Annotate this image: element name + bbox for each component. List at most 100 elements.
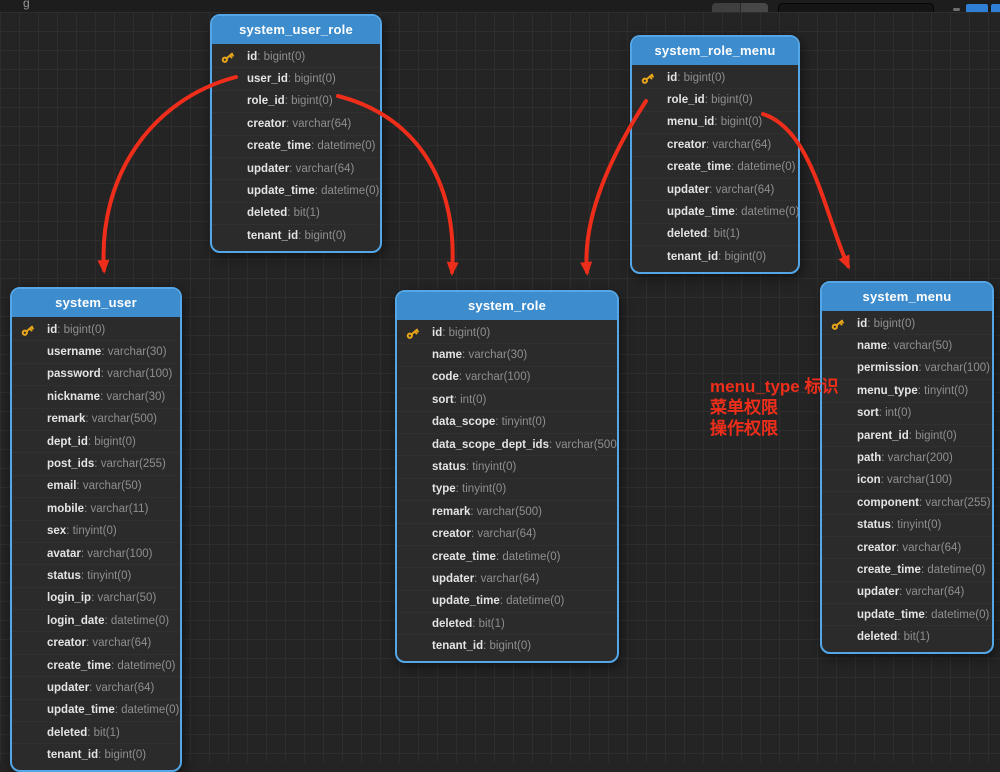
field-row-system_menu-create_time[interactable]: create_timedatetime(0) bbox=[822, 559, 992, 581]
field-row-system_user-login_date[interactable]: login_datedatetime(0) bbox=[12, 610, 180, 632]
field-type: varchar(50) bbox=[887, 340, 952, 352]
field-row-system_role_menu-role_id[interactable]: role_idbigint(0) bbox=[632, 89, 798, 111]
topbar-blue-button-2[interactable] bbox=[991, 4, 1000, 12]
field-row-system_menu-creator[interactable]: creatorvarchar(64) bbox=[822, 537, 992, 559]
topbar-segment-right[interactable] bbox=[740, 3, 769, 12]
field-name: dept_id bbox=[47, 436, 88, 448]
field-name: updater bbox=[247, 163, 289, 175]
primary-key-icon bbox=[20, 323, 35, 338]
field-row-system_user-status[interactable]: statustinyint(0) bbox=[12, 565, 180, 587]
field-type: bit(1) bbox=[87, 727, 120, 739]
topbar-segment-control[interactable] bbox=[712, 3, 768, 12]
field-row-system_role-status[interactable]: statustinyint(0) bbox=[397, 456, 617, 478]
field-row-system_role_menu-creator[interactable]: creatorvarchar(64) bbox=[632, 134, 798, 156]
field-row-system_role_menu-menu_id[interactable]: menu_idbigint(0) bbox=[632, 112, 798, 134]
field-row-system_user_role-deleted[interactable]: deletedbit(1) bbox=[212, 203, 380, 225]
field-row-system_user-tenant_id[interactable]: tenant_idbigint(0) bbox=[12, 744, 180, 765]
table-system_role[interactable]: system_roleidbigint(0)namevarchar(30)cod… bbox=[395, 290, 619, 663]
table-title-system_user_role[interactable]: system_user_role bbox=[212, 16, 380, 44]
field-row-system_user_role-user_id[interactable]: user_idbigint(0) bbox=[212, 68, 380, 90]
field-row-system_menu-permission[interactable]: permissionvarchar(100) bbox=[822, 358, 992, 380]
topbar-segment-left[interactable] bbox=[712, 3, 740, 12]
field-row-system_user-create_time[interactable]: create_timedatetime(0) bbox=[12, 655, 180, 677]
field-row-system_menu-sort[interactable]: sortint(0) bbox=[822, 403, 992, 425]
field-row-system_user-login_ip[interactable]: login_ipvarchar(50) bbox=[12, 588, 180, 610]
field-name: path bbox=[857, 452, 881, 464]
field-row-system_menu-path[interactable]: pathvarchar(200) bbox=[822, 447, 992, 469]
field-row-system_menu-parent_id[interactable]: parent_idbigint(0) bbox=[822, 425, 992, 447]
field-name: data_scope bbox=[432, 416, 495, 428]
field-row-system_menu-icon[interactable]: iconvarchar(100) bbox=[822, 470, 992, 492]
field-row-system_role_menu-updater[interactable]: updatervarchar(64) bbox=[632, 179, 798, 201]
field-row-system_role_menu-deleted[interactable]: deletedbit(1) bbox=[632, 224, 798, 246]
field-row-system_menu-update_time[interactable]: update_timedatetime(0) bbox=[822, 604, 992, 626]
field-row-system_user-nickname[interactable]: nicknamevarchar(30) bbox=[12, 386, 180, 408]
field-name: code bbox=[432, 371, 459, 383]
table-system_user_role[interactable]: system_user_roleidbigint(0)user_idbigint… bbox=[210, 14, 382, 253]
topbar-search-field[interactable] bbox=[778, 3, 934, 12]
field-row-system_user-remark[interactable]: remarkvarchar(500) bbox=[12, 409, 180, 431]
field-row-system_menu-updater[interactable]: updatervarchar(64) bbox=[822, 582, 992, 604]
field-row-system_menu-name[interactable]: namevarchar(50) bbox=[822, 335, 992, 357]
field-type: bigint(0) bbox=[288, 73, 336, 85]
field-row-system_role-creator[interactable]: creatorvarchar(64) bbox=[397, 524, 617, 546]
field-row-system_role-code[interactable]: codevarchar(100) bbox=[397, 367, 617, 389]
field-row-system_user_role-updater[interactable]: updatervarchar(64) bbox=[212, 158, 380, 180]
field-row-system_role-data_scope[interactable]: data_scopetinyint(0) bbox=[397, 412, 617, 434]
field-row-system_role-remark[interactable]: remarkvarchar(500) bbox=[397, 501, 617, 523]
field-row-system_user-email[interactable]: emailvarchar(50) bbox=[12, 476, 180, 498]
field-row-system_user_role-tenant_id[interactable]: tenant_idbigint(0) bbox=[212, 225, 380, 246]
field-row-system_role-updater[interactable]: updatervarchar(64) bbox=[397, 568, 617, 590]
field-row-system_user-deleted[interactable]: deletedbit(1) bbox=[12, 722, 180, 744]
field-row-system_role-deleted[interactable]: deletedbit(1) bbox=[397, 613, 617, 635]
field-row-system_menu-menu_type[interactable]: menu_typetinyint(0) bbox=[822, 380, 992, 402]
field-type: varchar(64) bbox=[896, 542, 961, 554]
field-row-system_menu-component[interactable]: componentvarchar(255) bbox=[822, 492, 992, 514]
field-row-system_role-id[interactable]: idbigint(0) bbox=[397, 322, 617, 344]
field-row-system_user-update_time[interactable]: update_timedatetime(0) bbox=[12, 700, 180, 722]
field-row-system_user_role-update_time[interactable]: update_timedatetime(0) bbox=[212, 180, 380, 202]
field-row-system_role-tenant_id[interactable]: tenant_idbigint(0) bbox=[397, 635, 617, 656]
table-system_user[interactable]: system_useridbigint(0)usernamevarchar(30… bbox=[10, 287, 182, 772]
field-row-system_role-type[interactable]: typetinyint(0) bbox=[397, 479, 617, 501]
field-row-system_user-creator[interactable]: creatorvarchar(64) bbox=[12, 632, 180, 654]
field-row-system_user_role-creator[interactable]: creatorvarchar(64) bbox=[212, 113, 380, 135]
field-row-system_role-name[interactable]: namevarchar(30) bbox=[397, 344, 617, 366]
annotation-line: 操作权限 bbox=[710, 418, 838, 439]
field-row-system_user-id[interactable]: idbigint(0) bbox=[12, 319, 180, 341]
field-name: id bbox=[432, 327, 442, 339]
field-row-system_user_role-id[interactable]: idbigint(0) bbox=[212, 46, 380, 68]
field-type: varchar(64) bbox=[86, 637, 151, 649]
field-row-system_menu-deleted[interactable]: deletedbit(1) bbox=[822, 626, 992, 647]
field-row-system_role_menu-update_time[interactable]: update_timedatetime(0) bbox=[632, 201, 798, 223]
field-row-system_user-mobile[interactable]: mobilevarchar(11) bbox=[12, 498, 180, 520]
field-row-system_role-sort[interactable]: sortint(0) bbox=[397, 389, 617, 411]
topbar-blue-button-1[interactable] bbox=[966, 4, 988, 12]
table-title-system_menu[interactable]: system_menu bbox=[822, 283, 992, 311]
field-row-system_user-username[interactable]: usernamevarchar(30) bbox=[12, 341, 180, 363]
field-type: varchar(11) bbox=[84, 503, 148, 515]
field-row-system_user-post_ids[interactable]: post_idsvarchar(255) bbox=[12, 453, 180, 475]
field-row-system_user-avatar[interactable]: avatarvarchar(100) bbox=[12, 543, 180, 565]
table-system_role_menu[interactable]: system_role_menuidbigint(0)role_idbigint… bbox=[630, 35, 800, 274]
field-row-system_user-sex[interactable]: sextinyint(0) bbox=[12, 521, 180, 543]
field-row-system_role_menu-id[interactable]: idbigint(0) bbox=[632, 67, 798, 89]
annotation-note[interactable]: menu_type 标识 菜单权限 操作权限 bbox=[710, 376, 838, 439]
field-row-system_menu-status[interactable]: statustinyint(0) bbox=[822, 515, 992, 537]
field-row-system_user-dept_id[interactable]: dept_idbigint(0) bbox=[12, 431, 180, 453]
field-row-system_user_role-create_time[interactable]: create_timedatetime(0) bbox=[212, 136, 380, 158]
field-row-system_role-create_time[interactable]: create_timedatetime(0) bbox=[397, 546, 617, 568]
field-name: type bbox=[432, 483, 456, 495]
table-system_menu[interactable]: system_menuidbigint(0)namevarchar(50)per… bbox=[820, 281, 994, 654]
field-row-system_role-update_time[interactable]: update_timedatetime(0) bbox=[397, 591, 617, 613]
field-row-system_menu-id[interactable]: idbigint(0) bbox=[822, 313, 992, 335]
table-title-system_role_menu[interactable]: system_role_menu bbox=[632, 37, 798, 65]
field-row-system_role_menu-create_time[interactable]: create_timedatetime(0) bbox=[632, 157, 798, 179]
field-name: post_ids bbox=[47, 458, 94, 470]
table-title-system_user[interactable]: system_user bbox=[12, 289, 180, 317]
field-row-system_user-updater[interactable]: updatervarchar(64) bbox=[12, 677, 180, 699]
table-title-system_role[interactable]: system_role bbox=[397, 292, 617, 320]
field-row-system_role_menu-tenant_id[interactable]: tenant_idbigint(0) bbox=[632, 246, 798, 267]
field-row-system_role-data_scope_dept_ids[interactable]: data_scope_dept_idsvarchar(500) bbox=[397, 434, 617, 456]
field-row-system_user-password[interactable]: passwordvarchar(100) bbox=[12, 364, 180, 386]
